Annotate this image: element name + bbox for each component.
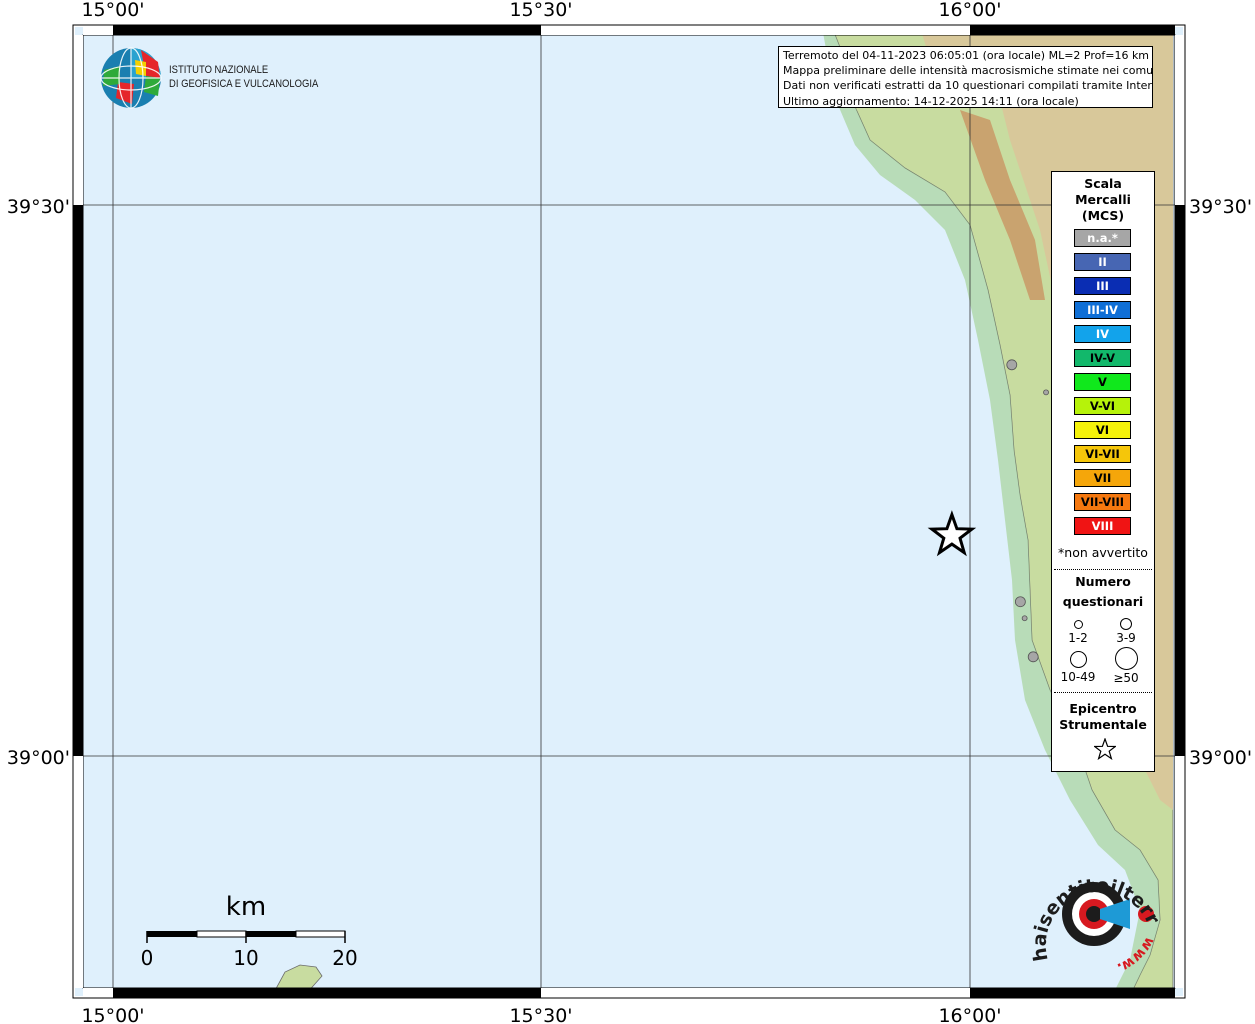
legend-title-line-2: Mercalli — [1075, 192, 1131, 207]
count-title-line-1: Numero — [1075, 574, 1131, 589]
intensity-swatch-vii-viii: VII-VIII — [1074, 493, 1131, 511]
event-info-line-3: Dati non verificati estratti da 10 quest… — [783, 79, 1153, 93]
count-circle-3-9 — [1120, 618, 1132, 630]
intensity-swatch-iv-v: IV-V — [1074, 349, 1131, 367]
institute-line-1: ISTITUTO NAZIONALE — [169, 64, 269, 76]
count-label-10-49: 10-49 — [1060, 670, 1096, 684]
institute-line-2: DI GEOFISICA E VULCANOLOGIA — [169, 78, 319, 90]
intensity-swatch-iii-iv: III-IV — [1074, 301, 1131, 319]
intensity-swatch-iii: III — [1074, 277, 1131, 295]
count-circle-50 — [1115, 647, 1138, 670]
observation-point[interactable] — [1006, 359, 1018, 371]
legend-separator-1 — [1054, 569, 1152, 570]
intensity-swatch-v: V — [1074, 373, 1131, 391]
lat-label-right-2: 39°00' — [1189, 747, 1252, 769]
count-circle-10-49 — [1070, 651, 1087, 668]
scale-label-0: 0 — [141, 946, 154, 970]
scale-label-10: 10 — [233, 946, 258, 970]
lat-label-left-2: 39°00' — [7, 747, 70, 769]
event-info-line-2: Mappa preliminare delle intensità macros… — [783, 64, 1153, 78]
intensity-swatch-ii: II — [1074, 253, 1131, 271]
intensity-swatch-viii: VIII — [1074, 517, 1131, 535]
count-label-50: ≥50 — [1113, 671, 1139, 685]
institute-name: ISTITUTO NAZIONALE DI GEOFISICA E VULCAN… — [169, 63, 318, 91]
lat-label-right-1: 39°30' — [1189, 196, 1252, 218]
legend-separator-2 — [1054, 692, 1152, 693]
legend-title-line-1: Scala — [1084, 176, 1122, 191]
legend-note: *non avvertito — [1058, 545, 1148, 560]
observation-point[interactable] — [1027, 651, 1039, 663]
event-info-line-4: Ultimo aggiornamento: 14-12-2025 14:11 (… — [783, 94, 1079, 108]
lon-label-top-3: 16°00' — [938, 0, 1001, 21]
legend-panel: Scala Mercalli (MCS) n.a.* II III III-IV IV I… — [1051, 171, 1155, 772]
event-info-box: Terremoto del 04-11-2023 06:05:01 (ora l… — [778, 46, 1153, 108]
lat-label-left-1: 39°30' — [7, 196, 70, 218]
lon-label-bottom-2: 15°30' — [509, 1005, 572, 1024]
scale-bar-unit: km — [226, 892, 266, 922]
lon-label-top-2: 15°30' — [509, 0, 572, 21]
observation-point[interactable] — [1021, 615, 1028, 622]
intensity-swatch-vii: VII — [1074, 469, 1131, 487]
epicenter-title-line-1: Epicentro — [1069, 701, 1137, 716]
count-title-line-2: questionari — [1062, 594, 1144, 609]
scale-label-20: 20 — [332, 946, 357, 970]
count-circle-1-2 — [1074, 620, 1083, 629]
event-info-line-1: Terremoto del 04-11-2023 06:05:01 (ora l… — [783, 49, 1150, 62]
count-label-1-2: 1-2 — [1068, 631, 1088, 645]
intensity-swatch-iv: IV — [1074, 325, 1131, 343]
epicenter-title-line-2: Strumentale — [1059, 717, 1147, 732]
lon-label-bottom-3: 16°00' — [938, 1005, 1001, 1024]
legend-title-line-3: (MCS) — [1081, 208, 1125, 223]
lon-label-bottom-1: 15°00' — [81, 1005, 144, 1024]
intensity-swatch-v-vi: V-VI — [1074, 397, 1131, 415]
observation-point[interactable] — [1014, 596, 1026, 608]
ingv-logo-icon — [100, 47, 162, 109]
epicenter-legend-star-icon — [1094, 738, 1116, 760]
lon-label-top-1: 15°00' — [81, 0, 144, 21]
intensity-swatch-vi-vii: VI-VII — [1074, 445, 1131, 463]
intensity-swatch-vi: VI — [1074, 421, 1131, 439]
legend-title: Scala Mercalli (MCS) — [1052, 176, 1154, 224]
count-label-3-9: 3-9 — [1116, 631, 1136, 645]
intensity-swatch-n-a: n.a.* — [1074, 229, 1131, 247]
observation-point[interactable] — [1043, 389, 1049, 396]
